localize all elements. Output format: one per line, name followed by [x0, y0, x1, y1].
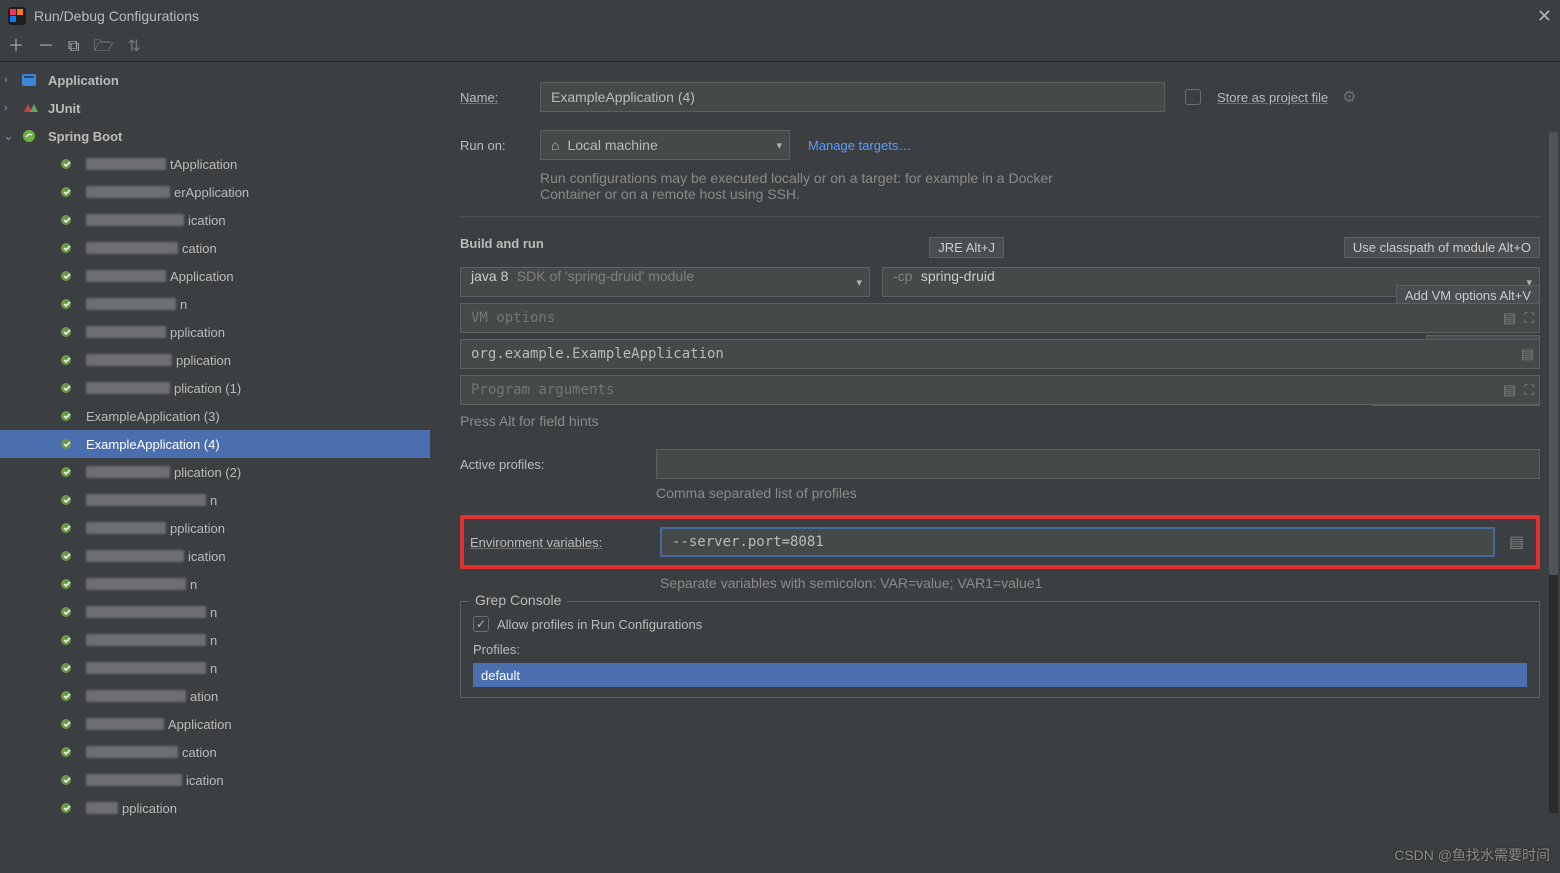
- tree-item[interactable]: xn: [0, 598, 430, 626]
- tree-item[interactable]: ExampleApplication (3): [0, 402, 430, 430]
- tree-node[interactable]: ›JUnit: [0, 94, 430, 122]
- tree-item[interactable]: xplication (2): [0, 458, 430, 486]
- modify-options-link[interactable]: Modify options ⌄: [1397, 235, 1495, 251]
- tree-node[interactable]: ›Application: [0, 66, 430, 94]
- watermark: CSDN @鱼找水需要时间: [1394, 845, 1550, 865]
- allow-profiles-label: Allow profiles in Run Configurations: [497, 617, 702, 632]
- env-highlight-box: Environment variables: ▤: [460, 515, 1540, 569]
- remove-button[interactable]: －: [38, 39, 54, 55]
- list-icon[interactable]: ▤: [1503, 382, 1516, 399]
- toolbar: ＋ － ⧉ 🗁 ⇅: [0, 32, 1560, 62]
- press-alt-hint: Press Alt for field hints: [460, 413, 1540, 429]
- store-project-file[interactable]: Store as project file ⚙: [1185, 87, 1357, 107]
- tree-item[interactable]: xplication (1): [0, 374, 430, 402]
- manage-targets-link[interactable]: Manage targets…: [808, 138, 911, 153]
- scroll-thumb[interactable]: [1549, 132, 1558, 575]
- close-button[interactable]: ✕: [1537, 6, 1552, 27]
- run-on-hint: Run configurations may be executed local…: [540, 170, 1100, 202]
- chevron-down-icon: ▾: [856, 276, 862, 289]
- main: ›Application›JUnit⌄Spring BootxtApplicat…: [0, 62, 1560, 873]
- tree-item[interactable]: xation: [0, 682, 430, 710]
- folder-button[interactable]: 🗁: [93, 39, 113, 55]
- profiles-list-item[interactable]: default: [473, 663, 1527, 687]
- list-icon[interactable]: ▤: [1521, 346, 1534, 363]
- vm-options-input[interactable]: [460, 303, 1540, 333]
- active-profiles-row: Active profiles:: [460, 449, 1540, 479]
- gear-icon[interactable]: ⚙: [1342, 87, 1356, 107]
- jre-select[interactable]: java 8 SDK of 'spring-druid' module: [460, 267, 870, 297]
- chevron-down-icon: ▾: [776, 139, 782, 152]
- run-on-row: Run on: ⌂ Local machine ▾ Manage targets…: [460, 130, 1540, 160]
- chevron-down-icon: ▾: [1526, 276, 1532, 289]
- tree-item[interactable]: xApplication: [0, 262, 430, 290]
- env-input[interactable]: [660, 527, 1495, 557]
- tree-item[interactable]: ExampleApplication (4): [0, 430, 430, 458]
- list-icon[interactable]: ▤: [1503, 310, 1516, 327]
- run-on-value: Local machine: [567, 137, 657, 153]
- store-label: Store as project file: [1217, 90, 1328, 105]
- name-label: Name:: [460, 90, 498, 105]
- tree-item[interactable]: xication: [0, 206, 430, 234]
- modify-shortcut: Alt+M: [1504, 235, 1540, 251]
- config-tree[interactable]: ›Application›JUnit⌄Spring BootxtApplicat…: [0, 62, 430, 822]
- home-icon: ⌂: [551, 137, 559, 153]
- list-icon[interactable]: ▤: [1503, 532, 1530, 552]
- copy-button[interactable]: ⧉: [68, 39, 79, 55]
- tree-node[interactable]: ⌄Spring Boot: [0, 122, 430, 150]
- tree-item[interactable]: xn: [0, 654, 430, 682]
- tree-item[interactable]: xpplication: [0, 318, 430, 346]
- grep-console-legend: Grep Console: [469, 592, 567, 608]
- store-checkbox[interactable]: [1185, 89, 1201, 105]
- divider: [460, 216, 1540, 217]
- tree-item[interactable]: xpplication: [0, 514, 430, 542]
- tree-item[interactable]: xcation: [0, 234, 430, 262]
- run-on-select[interactable]: ⌂ Local machine: [540, 130, 790, 160]
- window-title: Run/Debug Configurations: [34, 8, 199, 24]
- name-row: Name: Store as project file ⚙: [460, 82, 1540, 112]
- ide-logo-icon: [8, 7, 26, 25]
- profiles-label: Profiles:: [473, 642, 1527, 657]
- program-args-input[interactable]: [460, 375, 1540, 405]
- name-input[interactable]: [540, 82, 1165, 112]
- build-run-title: Build and run: [460, 236, 544, 251]
- tree-item[interactable]: xpplication: [0, 794, 430, 822]
- add-button[interactable]: ＋: [8, 39, 24, 55]
- expand-icon[interactable]: ⛶: [1524, 310, 1534, 327]
- titlebar: Run/Debug Configurations ✕: [0, 0, 1560, 32]
- env-label: Environment variables:: [470, 535, 602, 550]
- tree-item[interactable]: xn: [0, 570, 430, 598]
- tree-item[interactable]: xn: [0, 290, 430, 318]
- main-class-input[interactable]: [460, 339, 1540, 369]
- classpath-select[interactable]: -cp spring-druid: [882, 267, 1540, 297]
- chevron-down-icon: ⌄: [1485, 235, 1496, 250]
- sidebar: ›Application›JUnit⌄Spring BootxtApplicat…: [0, 62, 430, 873]
- tree-item[interactable]: xtApplication: [0, 150, 430, 178]
- allow-profiles-checkbox[interactable]: ✓: [473, 616, 489, 632]
- tree-item[interactable]: xication: [0, 542, 430, 570]
- active-profiles-hint: Comma separated list of profiles: [656, 485, 1540, 501]
- env-hint: Separate variables with semicolon: VAR=v…: [660, 575, 1540, 591]
- tree-item[interactable]: xcation: [0, 738, 430, 766]
- tree-item[interactable]: xerApplication: [0, 178, 430, 206]
- active-profiles-label: Active profiles:: [460, 457, 656, 472]
- expand-icon[interactable]: ⛶: [1524, 382, 1534, 399]
- tree-item[interactable]: xpplication: [0, 346, 430, 374]
- tree-item[interactable]: xn: [0, 626, 430, 654]
- run-on-label: Run on:: [460, 138, 540, 153]
- scrollbar[interactable]: [1549, 132, 1558, 813]
- active-profiles-input[interactable]: [656, 449, 1540, 479]
- tree-item[interactable]: xn: [0, 486, 430, 514]
- grep-console-fieldset: Grep Console ✓ Allow profiles in Run Con…: [460, 601, 1540, 698]
- tree-item[interactable]: xication: [0, 766, 430, 794]
- allow-profiles-row[interactable]: ✓ Allow profiles in Run Configurations: [473, 616, 1527, 632]
- tree-item[interactable]: xApplication: [0, 710, 430, 738]
- sort-button[interactable]: ⇅: [127, 39, 140, 55]
- content: Name: Store as project file ⚙ Run on: ⌂ …: [430, 62, 1560, 873]
